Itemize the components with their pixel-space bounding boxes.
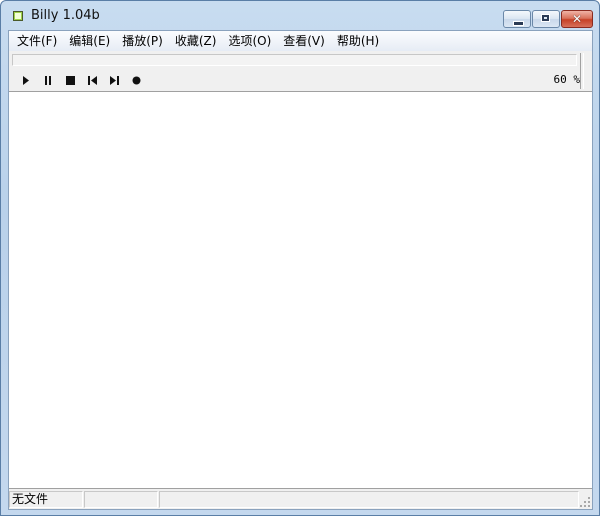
app-window: Billy 1.04b ✕ 文件(F) 编辑(E) 播放(P) 收藏(Z) 选项… — [0, 0, 600, 516]
title-bar[interactable]: Billy 1.04b ✕ — [1, 1, 599, 31]
record-button[interactable] — [125, 72, 147, 88]
client-area: 文件(F) 编辑(E) 播放(P) 收藏(Z) 选项(O) 查看(V) 帮助(H… — [8, 30, 593, 510]
caption-buttons: ✕ — [502, 10, 593, 28]
status-file: 无文件 — [9, 491, 83, 508]
resize-grip-icon[interactable] — [580, 497, 590, 507]
next-icon — [109, 75, 119, 85]
menu-help[interactable]: 帮助(H) — [331, 31, 385, 51]
status-bar: 无文件 — [9, 490, 592, 509]
stop-icon — [65, 75, 75, 85]
pause-icon — [45, 75, 51, 85]
playlist-area[interactable] — [9, 91, 592, 489]
menu-favorites[interactable]: 收藏(Z) — [169, 31, 223, 51]
minimize-button[interactable] — [503, 10, 531, 28]
menu-view[interactable]: 查看(V) — [277, 31, 331, 51]
pause-button[interactable] — [37, 72, 59, 88]
next-button[interactable] — [103, 72, 125, 88]
minimize-icon — [513, 21, 524, 26]
play-icon — [23, 75, 29, 85]
maximize-icon — [541, 14, 550, 22]
volume-readout[interactable]: 60 % — [554, 73, 581, 86]
close-icon: ✕ — [571, 12, 583, 26]
play-button[interactable] — [15, 72, 37, 88]
status-pane-3 — [159, 491, 579, 508]
previous-button[interactable] — [81, 72, 103, 88]
maximize-button[interactable] — [532, 10, 560, 28]
transport-controls — [15, 72, 147, 88]
app-icon[interactable] — [13, 11, 23, 21]
status-pane-2 — [84, 491, 158, 508]
previous-icon — [87, 75, 97, 85]
menu-edit[interactable]: 编辑(E) — [63, 31, 116, 51]
close-button[interactable]: ✕ — [561, 10, 593, 28]
toolbar-divider — [580, 53, 584, 89]
stop-button[interactable] — [59, 72, 81, 88]
record-icon — [132, 76, 140, 84]
seek-bar[interactable] — [12, 54, 577, 66]
menu-options[interactable]: 选项(O) — [222, 31, 277, 51]
menu-play[interactable]: 播放(P) — [116, 31, 169, 51]
window-title: Billy 1.04b — [31, 8, 100, 23]
menu-bar: 文件(F) 编辑(E) 播放(P) 收藏(Z) 选项(O) 查看(V) 帮助(H… — [9, 31, 592, 51]
menu-file[interactable]: 文件(F) — [11, 31, 63, 51]
